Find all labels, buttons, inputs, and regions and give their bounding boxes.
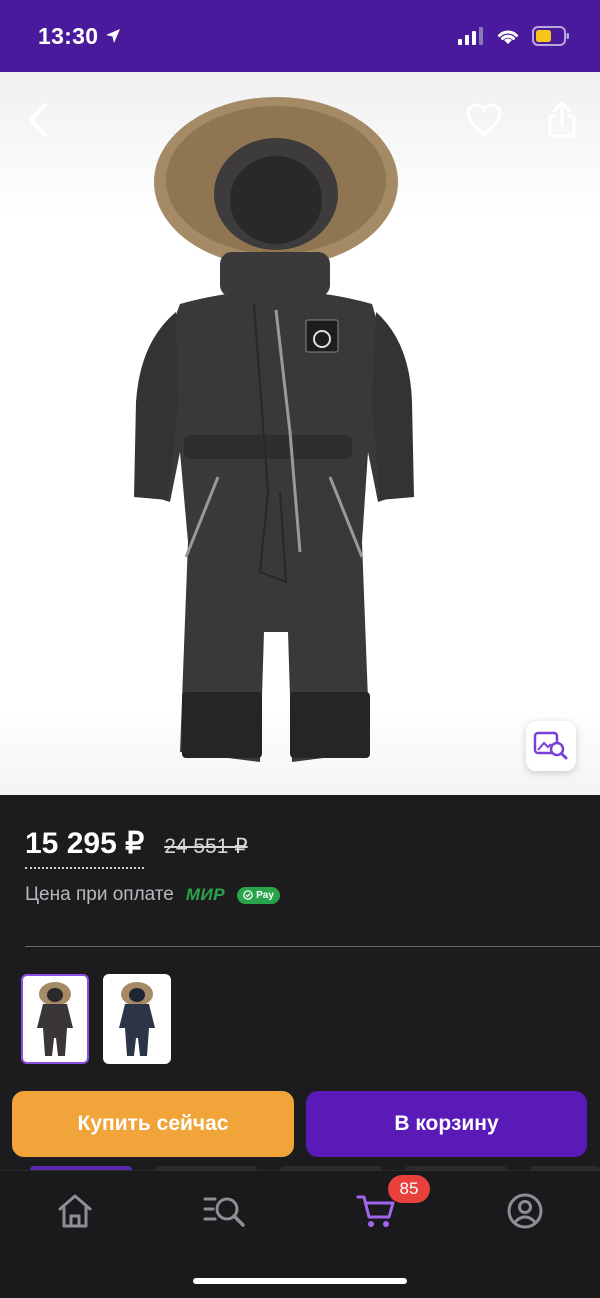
cart-count-badge: 85: [388, 1175, 430, 1203]
product-image[interactable]: [0, 72, 600, 795]
divider: [25, 946, 600, 947]
wifi-icon: [498, 30, 518, 44]
pay-badge: Pay: [237, 886, 280, 904]
image-search-icon: [533, 731, 568, 760]
catalog-search-icon: [203, 1197, 245, 1227]
tab-catalog[interactable]: [195, 1189, 255, 1233]
pay-badge-text: Pay: [256, 889, 274, 901]
status-time: 13:30: [38, 23, 122, 50]
favorite-button[interactable]: [464, 100, 504, 140]
cart-icon: [356, 1195, 395, 1227]
back-button[interactable]: [18, 100, 58, 140]
old-price: 24 551 ₽: [164, 835, 248, 858]
tab-profile[interactable]: [495, 1189, 555, 1233]
battery-icon: [532, 26, 569, 46]
buy-now-button[interactable]: Купить сейчас: [12, 1091, 294, 1157]
add-to-cart-button[interactable]: В корзину: [306, 1091, 587, 1157]
status-bar: 13:30: [0, 0, 600, 72]
visual-search-button[interactable]: [526, 721, 576, 771]
payment-label: Цена при оплате: [25, 884, 174, 905]
status-indicators: [458, 26, 570, 46]
heart-icon: [466, 103, 502, 136]
variant-thumb-image: [119, 982, 155, 1056]
share-button[interactable]: [542, 100, 582, 140]
signal-icon: [458, 27, 483, 45]
home-indicator[interactable]: [193, 1278, 407, 1284]
home-icon: [58, 1194, 92, 1228]
variant-thumb-navy[interactable]: [103, 974, 171, 1064]
chips-strip-partial: [0, 1158, 600, 1172]
profile-icon: [507, 1193, 543, 1229]
current-price[interactable]: 15 295 ₽: [25, 826, 145, 869]
variant-thumb-image: [37, 982, 73, 1056]
price-row: 15 295 ₽ 24 551 ₽: [25, 826, 248, 869]
product-photo: [134, 97, 414, 762]
chevron-left-icon: [29, 103, 47, 137]
mir-logo: МИР: [185, 885, 226, 904]
location-arrow-icon: [106, 29, 121, 43]
variant-thumb-dark-grey[interactable]: [21, 974, 89, 1064]
share-icon: [548, 101, 576, 138]
status-time-text: 13:30: [38, 22, 99, 49]
check-circle-icon: [243, 890, 253, 900]
tab-home[interactable]: [45, 1189, 105, 1233]
payment-info: Цена при оплате МИР Pay: [25, 884, 280, 906]
